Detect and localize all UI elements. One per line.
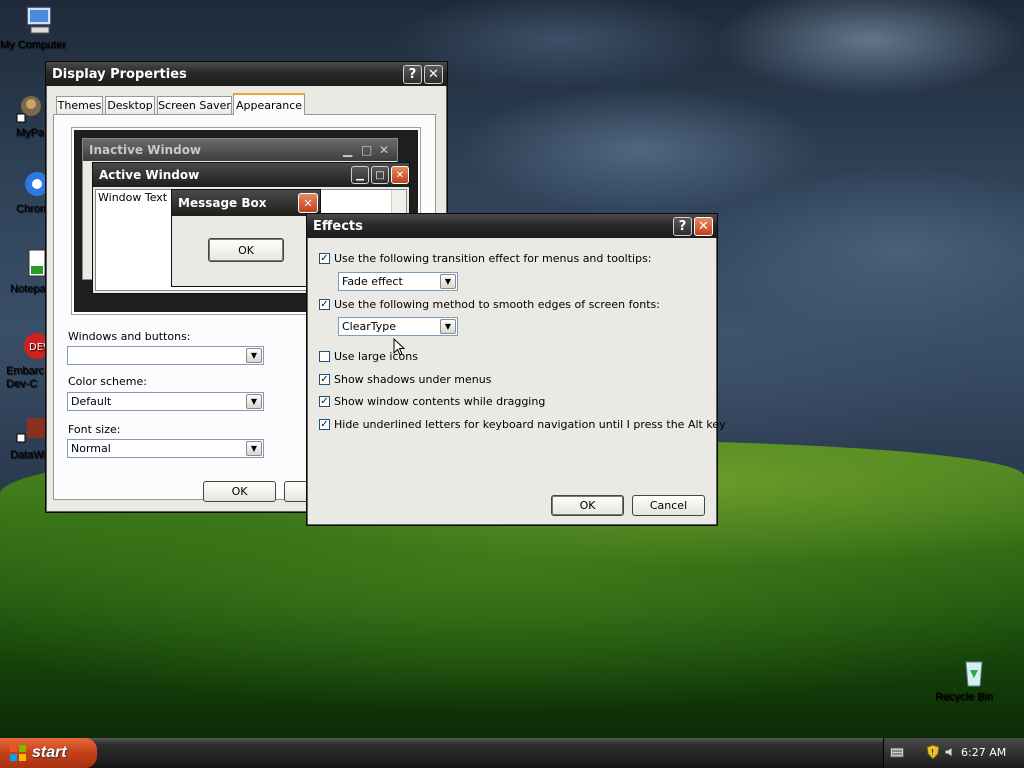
svg-text:!: ! xyxy=(931,748,934,757)
hide-underlines-label: Hide underlined letters for keyboard nav… xyxy=(334,418,726,431)
clock[interactable]: 6:27 AM xyxy=(961,746,1006,759)
folder-shortcut-icon xyxy=(15,92,47,124)
desktop-icon-label: Recycle Bin xyxy=(935,691,994,703)
hide-underlines-checkbox[interactable]: ✓ xyxy=(319,419,330,430)
chrome-icon xyxy=(15,168,49,200)
tab-appearance[interactable]: Appearance xyxy=(233,93,305,115)
preview-inactive-title: Inactive Window xyxy=(89,143,202,157)
preview-ok-button: OK xyxy=(208,238,284,262)
datawatch-icon xyxy=(15,414,47,446)
font-size-value: Normal xyxy=(71,442,111,455)
close-icon: ✕ xyxy=(379,143,390,157)
preview-msgbox-titlebar: Message Box ✕ xyxy=(172,190,320,216)
color-scheme-select[interactable]: Default ▼ xyxy=(67,392,264,411)
preview-active-titlebar: Active Window ▁ □ ✕ xyxy=(93,163,409,187)
display-properties-titlebar[interactable]: Display Properties ? ✕ xyxy=(46,62,447,86)
desktop-icon-label: My Computer xyxy=(0,39,67,51)
desktop-icon-my-computer[interactable]: My Computer xyxy=(0,4,78,51)
computer-icon xyxy=(23,4,55,36)
font-size-select[interactable]: Normal ▼ xyxy=(67,439,264,458)
desktop-icon-label: Chrom xyxy=(16,203,50,215)
chevron-down-icon[interactable]: ▼ xyxy=(246,394,262,409)
close-icon: ✕ xyxy=(391,166,409,184)
desktop-icon-label: DataWa xyxy=(10,449,50,461)
close-icon: ✕ xyxy=(298,193,318,213)
tab-screen-saver[interactable]: Screen Saver xyxy=(157,96,232,114)
display-ok-button[interactable]: OK xyxy=(203,481,276,502)
system-tray: ! 6:27 AM xyxy=(883,738,1024,768)
large-icons-checkbox[interactable] xyxy=(319,351,330,362)
close-button[interactable]: ✕ xyxy=(694,216,713,236)
help-button[interactable]: ? xyxy=(673,216,692,236)
preview-active-title: Active Window xyxy=(99,168,200,182)
desktop-icon-label: MyPa xyxy=(16,127,45,139)
mouse-cursor-icon xyxy=(393,338,406,356)
effects-ok-button[interactable]: OK xyxy=(551,495,624,516)
windows-logo-icon xyxy=(9,744,27,767)
transition-effect-value: Fade effect xyxy=(342,275,403,288)
smooth-fonts-select[interactable]: ClearType ▼ xyxy=(338,317,458,336)
menu-shadows-checkbox[interactable]: ✓ xyxy=(319,374,330,385)
start-label: start xyxy=(32,744,67,761)
help-button[interactable]: ? xyxy=(403,64,422,84)
chevron-down-icon[interactable]: ▼ xyxy=(440,274,456,289)
maximize-icon: □ xyxy=(361,143,373,157)
chevron-down-icon[interactable]: ▼ xyxy=(246,441,262,456)
chevron-down-icon[interactable]: ▼ xyxy=(246,348,262,363)
color-scheme-label: Color scheme: xyxy=(68,375,147,388)
preview-window-text: Window Text xyxy=(98,191,168,204)
close-button[interactable]: ✕ xyxy=(424,64,443,84)
transition-effect-checkbox[interactable]: ✓ xyxy=(319,253,330,264)
sound-icon[interactable] xyxy=(944,745,956,762)
chevron-down-icon[interactable]: ▼ xyxy=(440,319,456,334)
effects-titlebar[interactable]: Effects ? ✕ xyxy=(307,214,717,238)
minimize-icon: ▁ xyxy=(351,166,369,184)
drag-contents-checkbox[interactable]: ✓ xyxy=(319,396,330,407)
minimize-icon: ▁ xyxy=(343,143,353,157)
desktop-icon-recycle-bin[interactable]: Recycle Bin xyxy=(935,656,1013,703)
preview-msgbox-title: Message Box xyxy=(178,196,267,210)
smooth-fonts-checkbox[interactable]: ✓ xyxy=(319,299,330,310)
preview-inactive-titlebar: Inactive Window ▁ □ ✕ xyxy=(83,139,397,161)
devcpp-icon: DEV xyxy=(15,330,50,362)
menu-shadows-label: Show shadows under menus xyxy=(334,373,492,386)
desktop-icon-label: Notepa xyxy=(10,283,46,295)
maximize-icon: □ xyxy=(371,166,389,184)
font-size-label: Font size: xyxy=(68,423,121,436)
transition-effect-label: Use the following transition effect for … xyxy=(334,252,652,265)
preview-message-box: Message Box ✕ OK xyxy=(171,189,321,287)
transition-effect-select[interactable]: Fade effect ▼ xyxy=(338,272,458,291)
smooth-fonts-value: ClearType xyxy=(342,320,397,333)
notepad-icon xyxy=(15,248,47,280)
start-button[interactable]: start xyxy=(0,738,97,768)
color-scheme-value: Default xyxy=(71,395,112,408)
effects-cancel-button[interactable]: Cancel xyxy=(632,495,705,516)
smooth-fonts-label: Use the following method to smooth edges… xyxy=(334,298,660,311)
keyboard-icon[interactable] xyxy=(890,746,904,761)
windows-buttons-select[interactable]: ▼ xyxy=(67,346,264,365)
drag-contents-label: Show window contents while dragging xyxy=(334,395,546,408)
security-shield-icon[interactable]: ! xyxy=(926,744,940,763)
desktop-icon-label: Embarc Dev-C xyxy=(6,365,44,390)
windows-buttons-label: Windows and buttons: xyxy=(68,330,191,343)
tab-themes[interactable]: Themes xyxy=(56,96,103,114)
effects-title: Effects xyxy=(313,218,363,234)
tab-desktop[interactable]: Desktop xyxy=(105,96,155,114)
window-title: Display Properties xyxy=(52,66,187,82)
recycle-bin-icon xyxy=(958,656,990,688)
taskbar: start ! 6:27 AM xyxy=(0,738,1024,768)
